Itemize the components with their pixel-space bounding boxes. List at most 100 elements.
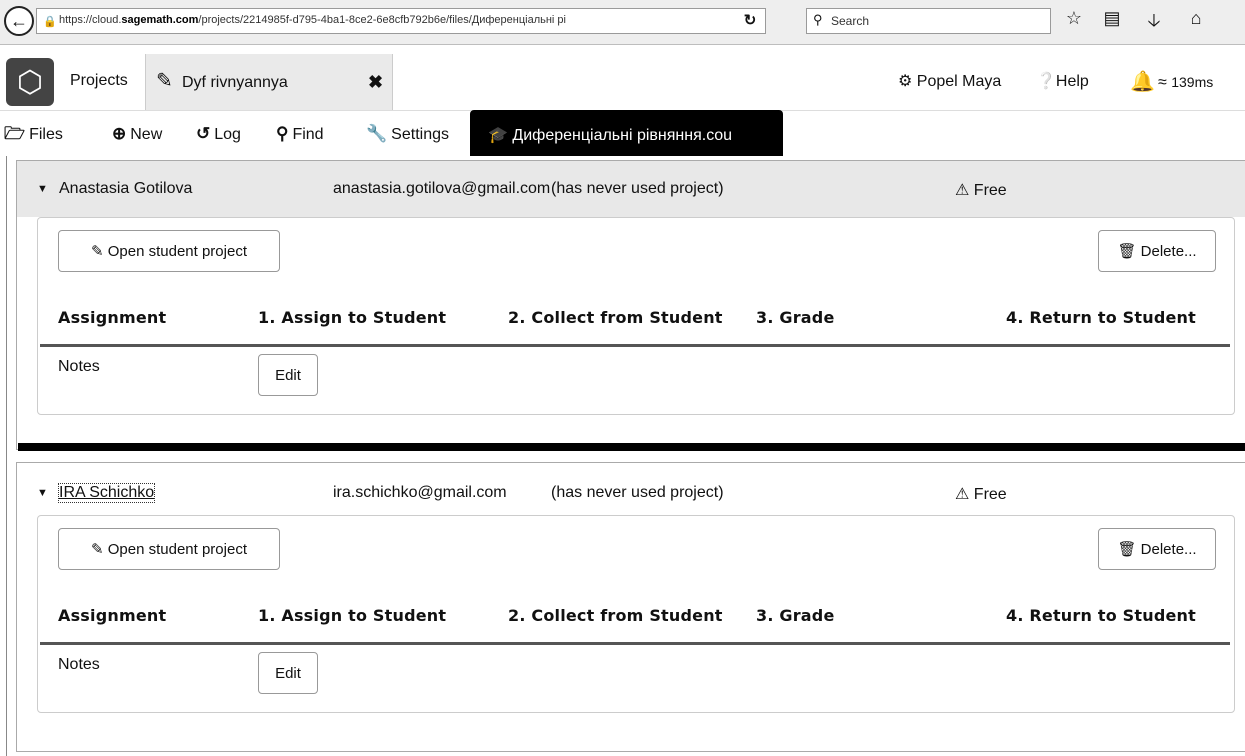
header-return: 4. Return to Student [1006,308,1196,327]
student-email: anastasia.gotilova@gmail.com [333,180,551,197]
back-arrow-icon[interactable]: ← [4,6,34,36]
delete-button[interactable]: 🗑 Delete... [1098,528,1216,570]
student-header[interactable]: ▼ Anastasia Gotilova anastasia.gotilova@… [17,161,1245,217]
file-tab-text: Диференціальні рівняння.cou [512,127,732,144]
file-tab-active[interactable]: 🎓 Диференціальні рівняння.cou [470,110,783,156]
student-status: (has never used project) [551,180,724,197]
open-student-project-button[interactable]: ✎ Open student project [58,230,280,272]
plan-label: Free [973,486,1007,503]
star-icon[interactable]: ☆ [1060,8,1088,29]
wrench-icon: 🔧 [366,124,388,143]
url-prefix: https://cloud. [59,14,122,26]
find-button[interactable]: ⚲ Find [276,120,324,148]
app-top-bar: ⬡ Projects ✎ Dyf rivnyannya ✖ ⚙ Popel Ma… [0,54,1245,111]
settings-button[interactable]: 🔧 Settings [366,120,449,148]
header-assignment: Assignment [58,308,167,327]
student-panel: ▼ Anastasia Gotilova anastasia.gotilova@… [16,160,1245,450]
sage-logo[interactable]: ⬡ [6,58,54,106]
connection-status[interactable]: ≈ 139ms [1158,70,1213,94]
student-status: (has never used project) [551,484,724,501]
student-plan: ⚠ Free [955,484,1007,504]
student-name: Anastasia Gotilova [59,180,193,197]
file-tab-label: 🎓 Диференціальні рівняння.cou [488,125,778,145]
header-assignment: Assignment [58,606,167,625]
header-grade: 3. Grade [756,606,835,625]
files-button[interactable]: 🗁 Files [4,120,63,148]
caret-down-icon[interactable]: ▼ [37,487,48,499]
student-email: ira.schichko@gmail.com [333,484,507,501]
user-label: Popel Maya [916,73,1002,90]
log-button[interactable]: ↺ Log [196,120,241,148]
student-name: IRA Schichko [57,483,156,503]
header-grade: 3. Grade [756,308,835,327]
wifi-icon: ≈ [1158,74,1167,91]
gear-icon: ⚙ [898,73,913,90]
student-card: ✎ Open student project 🗑 Delete... Assig… [37,217,1235,415]
edit-icon: ✎ [90,243,104,260]
student-card: ✎ Open student project 🗑 Delete... Assig… [37,515,1235,713]
files-label: Files [29,126,63,143]
plan-label: Free [973,182,1007,199]
student-header[interactable]: ▼ IRA Schichko ira.schichko@gmail.com (h… [17,463,1245,519]
home-icon[interactable]: ⌂ [1182,8,1210,29]
header-assign: 1. Assign to Student [258,606,447,625]
help-label: Help [1055,73,1089,90]
delete-label: Delete... [1140,540,1197,558]
header-assign: 1. Assign to Student [258,308,447,327]
search-icon: ⚲ [276,124,289,143]
trash-icon: 🗑 [1117,243,1137,260]
header-collect: 2. Collect from Student [508,606,723,625]
folder-icon: 🗁 [4,124,26,143]
new-button[interactable]: ⊕ New [112,120,162,148]
panel-shadow [18,443,1245,451]
open-label: Open student project [107,540,247,558]
reload-icon[interactable]: ↻ [739,11,761,29]
close-icon[interactable]: ✖ [368,72,383,93]
student-panel: ▼ IRA Schichko ira.schichko@gmail.com (h… [16,462,1245,752]
browser-toolbar: ← 🔒 https://cloud.sagemath.com/projects/… [0,0,1245,45]
projects-tab[interactable]: Projects [60,66,138,96]
project-tab[interactable]: ✎ Dyf rivnyannya ✖ [145,54,393,110]
bell-icon[interactable]: 🔔 [1130,70,1155,94]
download-icon[interactable]: 🡣 [1140,8,1168,38]
find-label: Find [292,126,324,143]
lock-icon: 🔒 [43,16,57,28]
open-label: Open student project [107,242,247,260]
header-return: 4. Return to Student [1006,606,1196,625]
delete-label: Delete... [1140,242,1197,260]
plus-circle-icon: ⊕ [112,124,127,143]
edit-notes-button[interactable]: Edit [258,652,318,694]
search-placeholder: Search [831,14,870,28]
header-divider [40,344,1230,347]
caret-down-icon[interactable]: ▼ [37,183,48,195]
header-divider [40,642,1230,645]
trash-icon: 🗑 [1117,541,1137,558]
student-plan: ⚠ Free [955,180,1007,200]
notes-label: Notes [58,358,100,375]
reader-icon[interactable]: ▤ [1098,8,1126,29]
delete-button[interactable]: 🗑 Delete... [1098,230,1216,272]
project-tab-label: Dyf rivnyannya [182,74,288,91]
open-student-project-button[interactable]: ✎ Open student project [58,528,280,570]
warning-icon: ⚠ [955,182,970,199]
url-bar[interactable]: 🔒 https://cloud.sagemath.com/projects/22… [36,8,766,34]
warning-icon: ⚠ [955,486,970,503]
settings-label: Settings [391,126,449,143]
notes-label: Notes [58,656,100,673]
url-path: /projects/2214985f-d795-4ba1-8ce2-6e8cfb… [198,14,566,26]
history-icon: ↺ [196,124,211,143]
url-text[interactable]: https://cloud.sagemath.com/projects/2214… [59,14,739,26]
log-label: Log [214,126,241,143]
new-label: New [130,126,163,143]
header-collect: 2. Collect from Student [508,308,723,327]
search-icon: ⚲ [813,12,823,27]
edit-icon: ✎ [156,70,173,92]
user-account[interactable]: ⚙ Popel Maya [898,70,1001,94]
url-host: sagemath.com [121,14,199,26]
question-circle-icon: ❔ [1036,73,1056,90]
edit-notes-button[interactable]: Edit [258,354,318,396]
graduation-cap-icon: 🎓 [488,127,508,144]
help-link[interactable]: ❔Help [1036,70,1089,94]
ping-label: 139ms [1171,74,1214,90]
browser-search-input[interactable]: ⚲ Search [806,8,1051,34]
